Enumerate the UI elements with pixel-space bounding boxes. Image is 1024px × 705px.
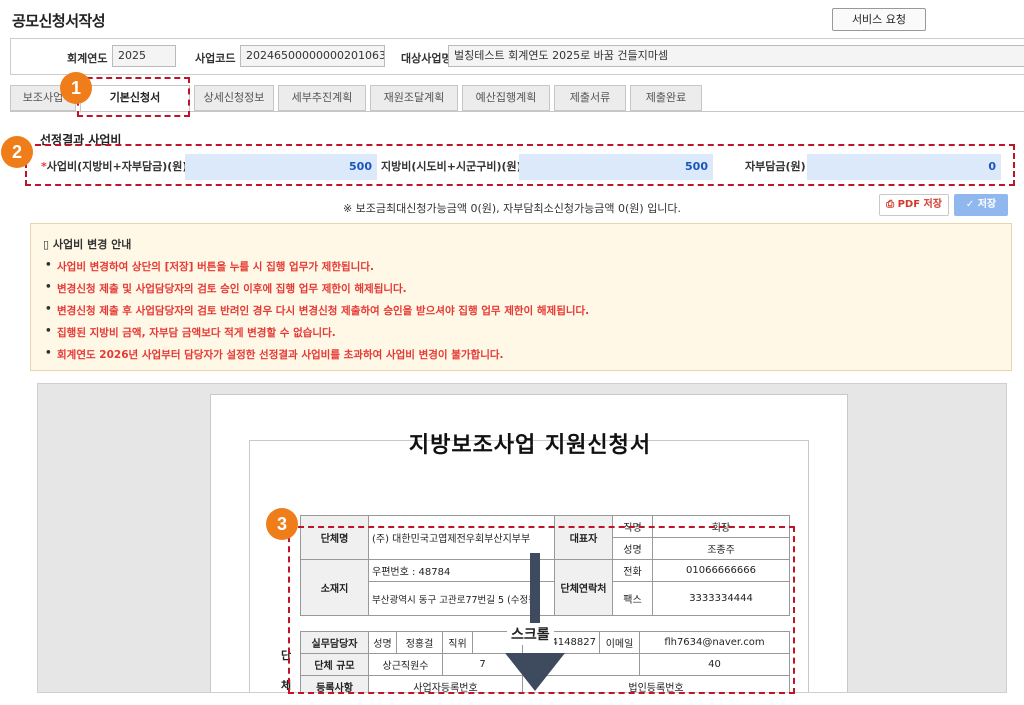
page-title: 공모신청서작성 [12, 12, 106, 30]
guide-item: 변경신청 제출 후 사업담당자의 검토 반려인 경우 다시 변경신청 제출하여 … [45, 303, 589, 318]
guide-item: 회계연도 2026년 사업부터 담당자가 설정한 선정결과 사업비를 초과하여 … [45, 347, 504, 362]
scroll-arrow-icon [505, 653, 565, 691]
step-badge-3: 3 [266, 508, 298, 540]
project-code-field[interactable]: 20246500000000201063 [240, 45, 385, 67]
bookmark-icon: ▯ [43, 238, 53, 251]
scroll-arrow-stem [530, 553, 540, 629]
tab-detail-plan[interactable]: 세부추진계획 [278, 85, 366, 111]
pdf-save-label: PDF 저장 [897, 199, 942, 210]
max-amount-notice: ※ 보조금최대신청가능금액 0(원), 자부담최소신청가능금액 0(원) 입니다… [342, 202, 682, 215]
document-title: 지방보조사업 지원신청서 [408, 433, 652, 458]
step-badge-2: 2 [1, 136, 33, 168]
step-badge-1: 1 [60, 72, 92, 104]
tab-detail-info[interactable]: 상세신청정보 [194, 85, 274, 111]
target-project-field[interactable]: 벌칭테스트 회계연도 2025로 바꿈 건들지마셈 [448, 45, 1024, 67]
save-button[interactable]: ✓ 저장 [954, 194, 1008, 216]
guide-box: ▯ 사업비 변경 안내 사업비 변경하여 상단의 [저장] 버튼을 누를 시 집… [30, 223, 1012, 371]
guide-title-text: 사업비 변경 안내 [52, 238, 132, 251]
fiscal-year-label: 회계연도 [67, 52, 108, 65]
check-icon: ✓ [965, 199, 978, 210]
project-code-label: 사업코드 [195, 52, 236, 65]
pdf-save-button[interactable]: ⎙ PDF 저장 [879, 194, 949, 216]
pdf-icon: ⎙ [886, 199, 898, 210]
target-project-label: 대상사업명 [401, 52, 452, 65]
service-request-button[interactable]: 서비스 요청 [832, 8, 926, 31]
guide-item: 사업비 변경하여 상단의 [저장] 버튼을 누를 시 집행 업무가 제한됩니다. [45, 259, 374, 274]
guide-title: ▯ 사업비 변경 안내 [43, 236, 131, 252]
highlight-cost-box [25, 144, 1015, 186]
guide-item: 변경신청 제출 및 사업담당자의 검토 승인 이후에 집행 업무 제한이 해제됩… [45, 281, 407, 296]
guide-item: 집행된 지방비 금액, 자부담 금액보다 적게 변경할 수 없습니다. [45, 325, 336, 340]
project-info-bar: 회계연도 2025 사업코드 20246500000000201063 대상사업… [10, 38, 1024, 75]
tab-documents[interactable]: 제출서류 [554, 85, 626, 111]
fiscal-year-field[interactable]: 2025 [112, 45, 176, 67]
scroll-hint-label: 스크롤 [507, 623, 554, 645]
save-label: 저장 [977, 199, 997, 210]
tab-submit-complete[interactable]: 제출완료 [630, 85, 702, 111]
tab-funding-plan[interactable]: 재원조달계획 [370, 85, 458, 111]
tab-budget-plan[interactable]: 예산집행계획 [462, 85, 550, 111]
highlight-tab-box [77, 77, 190, 117]
